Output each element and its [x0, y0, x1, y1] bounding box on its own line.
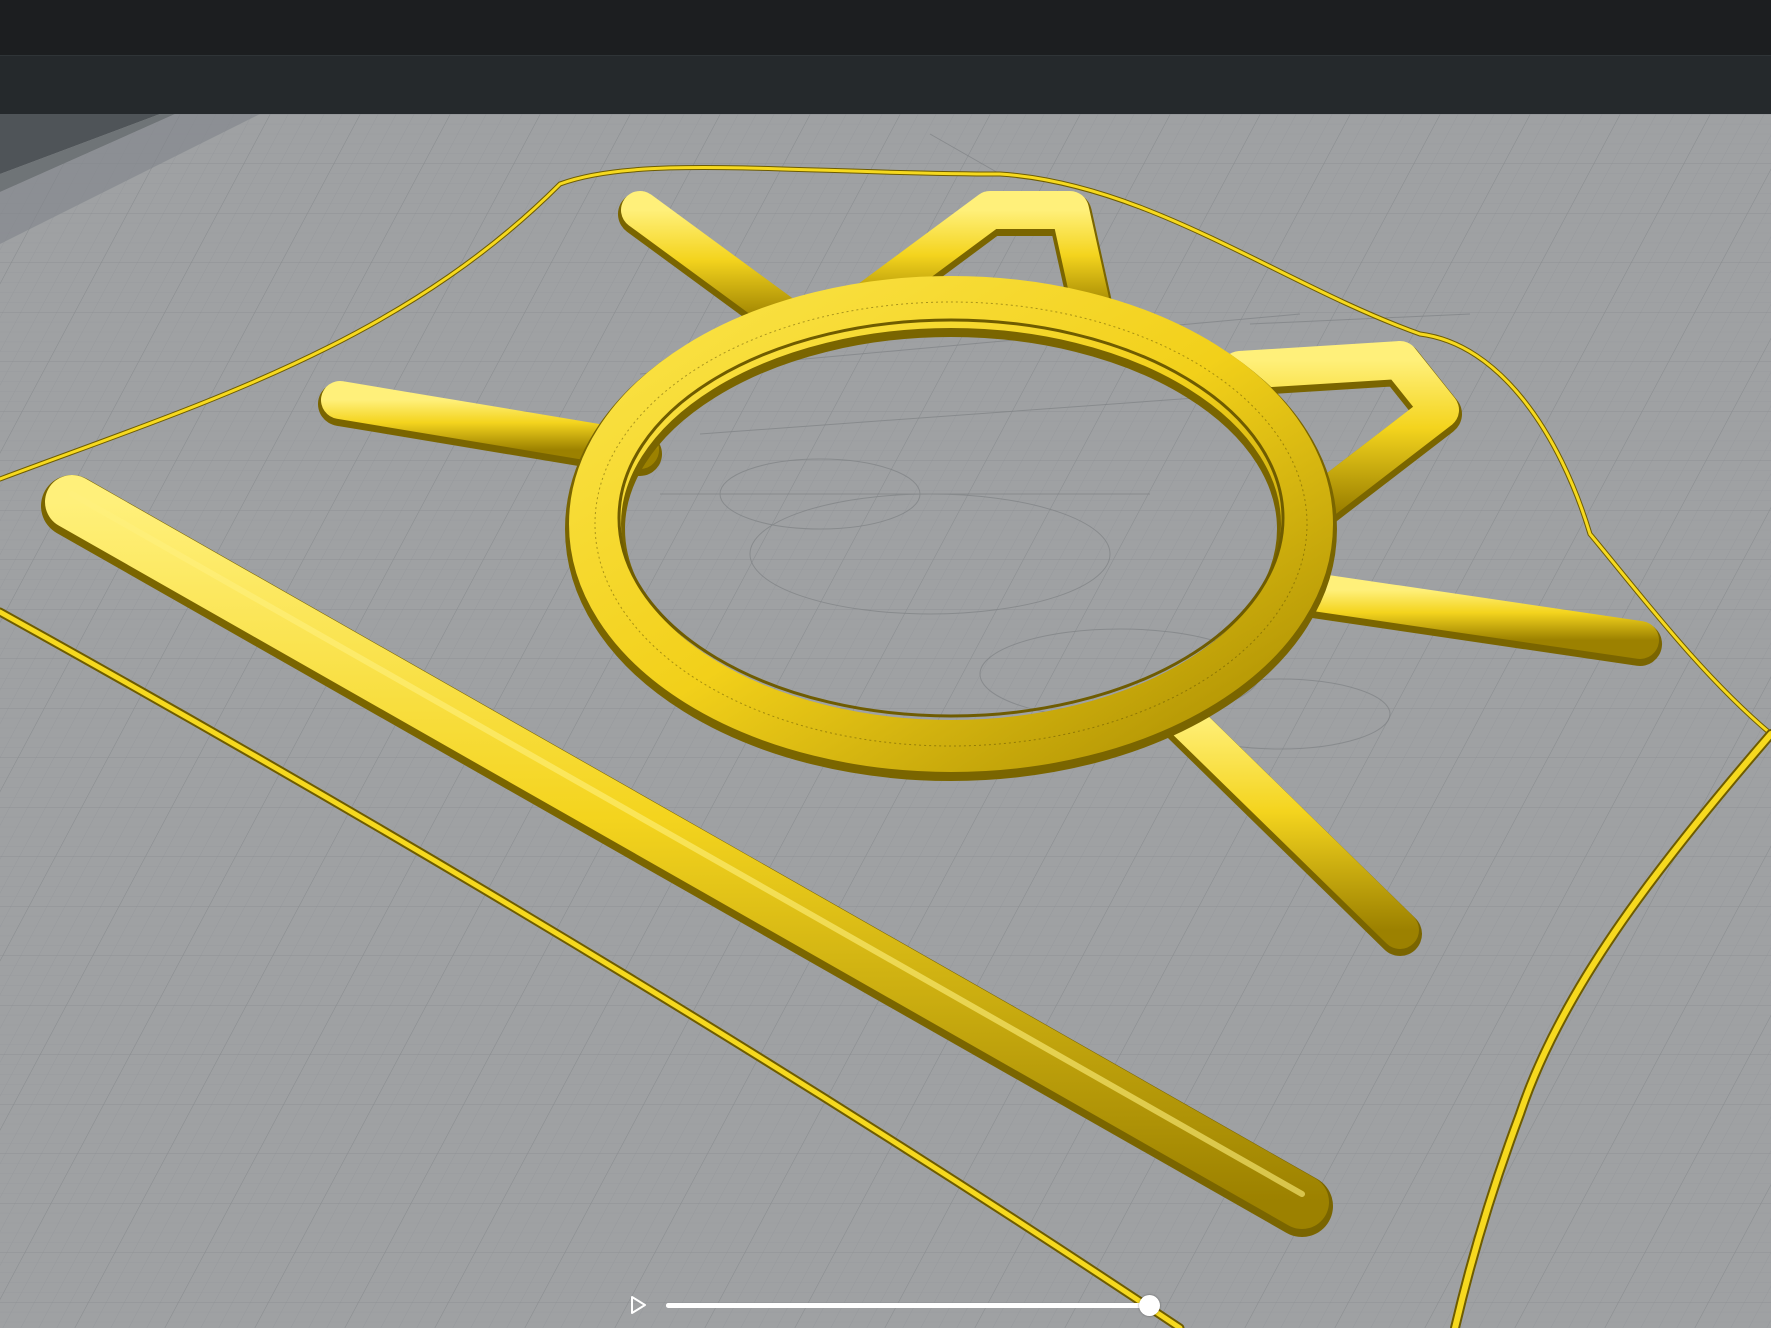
playback-controls [620, 1288, 1180, 1322]
play-icon [631, 1296, 646, 1314]
play-button[interactable] [620, 1288, 654, 1322]
title-bar [0, 0, 1771, 55]
print-preview-scene [0, 114, 1771, 1328]
toolbar [0, 55, 1771, 115]
slider-thumb[interactable] [1139, 1295, 1161, 1316]
3d-viewport[interactable] [0, 114, 1771, 1328]
layer-progress-slider[interactable] [666, 1295, 1161, 1316]
slider-fill [666, 1303, 1150, 1308]
